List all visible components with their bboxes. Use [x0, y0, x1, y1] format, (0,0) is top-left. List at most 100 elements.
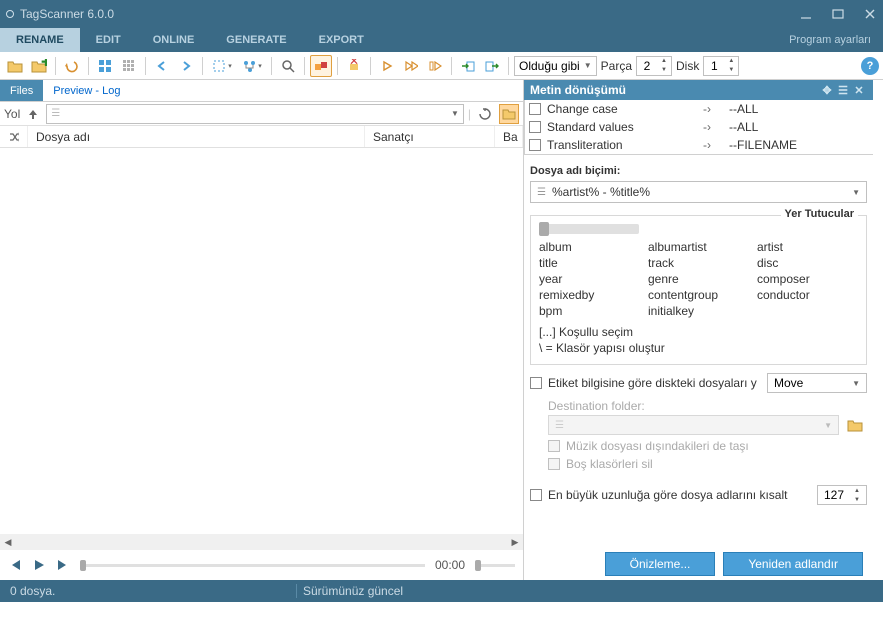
- maximize-button[interactable]: [831, 7, 845, 21]
- scroll-left-icon[interactable]: ◀: [0, 534, 16, 550]
- files-tab[interactable]: Files: [0, 80, 43, 101]
- truncate-spinner[interactable]: ▲▼: [817, 485, 867, 505]
- reorganize-mode-combo[interactable]: Move ▼: [767, 373, 867, 393]
- view-small-icon[interactable]: [118, 55, 140, 77]
- ba-column[interactable]: Ba: [495, 126, 523, 147]
- browse-folder-icon[interactable]: [499, 104, 519, 124]
- path-combo[interactable]: ☰ ▼: [46, 104, 464, 124]
- parca-label: Parça: [599, 59, 634, 73]
- search-icon[interactable]: [277, 55, 299, 77]
- sort-combo[interactable]: Olduğu gibi ▼: [514, 56, 597, 76]
- arrow-left-icon[interactable]: [151, 55, 173, 77]
- program-settings-link[interactable]: Program ayarları: [789, 34, 871, 46]
- undo-icon[interactable]: [61, 55, 83, 77]
- export-icon[interactable]: [481, 55, 503, 77]
- parca-spinner[interactable]: ▲▼: [636, 56, 672, 76]
- refresh-icon[interactable]: [475, 104, 495, 124]
- ph-item[interactable]: contentgroup: [648, 288, 749, 302]
- tag-icon[interactable]: [310, 55, 332, 77]
- player-prev-icon[interactable]: [8, 558, 22, 572]
- close-button[interactable]: [863, 7, 877, 21]
- ph-item[interactable]: conductor: [757, 288, 858, 302]
- shuffle-column-icon[interactable]: [0, 126, 28, 147]
- player-seek-slider[interactable]: [80, 564, 425, 567]
- transform-checkbox[interactable]: [529, 103, 541, 115]
- ph-item[interactable]: albumartist: [648, 240, 749, 254]
- player-volume-slider[interactable]: [475, 564, 515, 567]
- ph-item[interactable]: year: [539, 272, 640, 286]
- destination-label: Destination folder:: [524, 393, 873, 415]
- truncate-input[interactable]: [818, 488, 850, 502]
- transform-name: Standard values: [547, 120, 697, 134]
- disk-spinner[interactable]: ▲▼: [703, 56, 739, 76]
- ph-item[interactable]: bpm: [539, 304, 640, 318]
- tab-edit[interactable]: EDIT: [80, 28, 137, 52]
- format-value: %artist% - %title%: [552, 185, 846, 199]
- new-folder-icon[interactable]: ✚: [28, 55, 50, 77]
- rename-button[interactable]: Yeniden adlandır: [723, 552, 863, 576]
- ph-item[interactable]: artist: [757, 240, 858, 254]
- reorganize-checkbox[interactable]: [530, 377, 542, 389]
- list-icon: ☰: [537, 187, 546, 198]
- tab-export[interactable]: EXPORT: [303, 28, 380, 52]
- placeholders-slider[interactable]: [539, 224, 639, 234]
- view-large-icon[interactable]: [94, 55, 116, 77]
- open-folder-icon[interactable]: [4, 55, 26, 77]
- transform-checkbox[interactable]: [529, 121, 541, 133]
- chevron-down-icon[interactable]: ▼: [852, 188, 860, 197]
- ph-item[interactable]: track: [648, 256, 749, 270]
- filename-column[interactable]: Dosya adı: [28, 126, 365, 147]
- window-title: TagScanner 6.0.0: [20, 7, 799, 21]
- tree-icon[interactable]: ▾: [238, 55, 266, 77]
- delete-tag-icon[interactable]: ✕: [343, 55, 365, 77]
- transform-checkbox[interactable]: [529, 139, 541, 151]
- spin-up-icon[interactable]: ▲: [724, 57, 738, 66]
- placeholders-title: Yer Tutucular: [781, 208, 858, 220]
- spin-down-icon[interactable]: ▼: [850, 495, 864, 504]
- ph-item[interactable]: [757, 304, 858, 318]
- help-icon[interactable]: ?: [861, 57, 879, 75]
- play-all-icon[interactable]: [424, 55, 446, 77]
- parca-input[interactable]: [637, 59, 657, 73]
- filename-format-combo[interactable]: ☰ %artist% - %title% ▼: [530, 181, 867, 203]
- player-play-icon[interactable]: [32, 558, 46, 572]
- spin-up-icon[interactable]: ▲: [657, 57, 671, 66]
- import-icon[interactable]: [457, 55, 479, 77]
- player-next-icon[interactable]: [56, 558, 70, 572]
- disk-input[interactable]: [704, 59, 724, 73]
- ph-item[interactable]: composer: [757, 272, 858, 286]
- transform-target: --FILENAME: [729, 138, 797, 152]
- arrow-right-icon[interactable]: [175, 55, 197, 77]
- horizontal-scrollbar[interactable]: ◀ ▶: [0, 534, 523, 550]
- ph-item[interactable]: genre: [648, 272, 749, 286]
- ph-item[interactable]: title: [539, 256, 640, 270]
- play-icon[interactable]: [376, 55, 398, 77]
- spin-down-icon[interactable]: ▼: [657, 66, 671, 75]
- chevron-down-icon[interactable]: ▼: [451, 109, 459, 118]
- panel-move-icon[interactable]: ✥: [819, 84, 835, 97]
- ph-item[interactable]: initialkey: [648, 304, 749, 318]
- scroll-right-icon[interactable]: ▶: [507, 534, 523, 550]
- tab-rename[interactable]: RENAME: [0, 28, 80, 52]
- spin-down-icon[interactable]: ▼: [724, 66, 738, 75]
- panel-list-icon[interactable]: ☰: [835, 84, 851, 97]
- spin-up-icon[interactable]: ▲: [850, 486, 864, 495]
- tab-online[interactable]: ONLINE: [137, 28, 211, 52]
- preview-button[interactable]: Önizleme...: [605, 552, 716, 576]
- artist-column[interactable]: Sanatçı: [365, 126, 495, 147]
- folder-up-icon[interactable]: [24, 105, 42, 123]
- play-next-icon[interactable]: [400, 55, 422, 77]
- ph-item[interactable]: disc: [757, 256, 858, 270]
- select-all-icon[interactable]: ▾: [208, 55, 236, 77]
- truncate-checkbox[interactable]: [530, 489, 542, 501]
- minimize-button[interactable]: [799, 7, 813, 21]
- panel-close-icon[interactable]: ✕: [851, 84, 867, 97]
- transform-name: Transliteration: [547, 138, 697, 152]
- status-file-count: 0 dosya.: [10, 584, 290, 598]
- ph-item[interactable]: album: [539, 240, 640, 254]
- tab-generate[interactable]: GENERATE: [210, 28, 302, 52]
- reorganize-label: Etiket bilgisine göre diskteki dosyaları…: [548, 376, 757, 390]
- ph-item[interactable]: remixedby: [539, 288, 640, 302]
- destination-browse-icon[interactable]: [843, 415, 867, 435]
- preview-log-tab[interactable]: Preview - Log: [43, 80, 130, 101]
